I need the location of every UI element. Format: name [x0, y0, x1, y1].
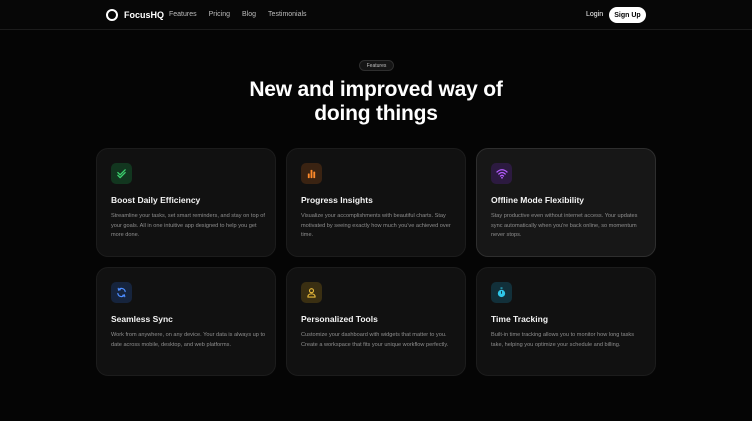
page-title: New and improved way of doing things: [249, 78, 503, 125]
nav-links: Features Pricing Blog Testimonials: [169, 11, 307, 18]
top-navbar: FocusHQ Features Pricing Blog Testimonia…: [0, 0, 752, 30]
nav-link-blog[interactable]: Blog: [242, 11, 256, 18]
nav-link-pricing[interactable]: Pricing: [209, 11, 230, 18]
feature-description: Built-in time tracking allows you to mon…: [491, 332, 635, 348]
feature-icon-box: [491, 163, 512, 184]
feature-description: Streamline your tasks, set smart reminde…: [111, 213, 265, 238]
bar-chart-icon: [307, 169, 316, 179]
signup-button[interactable]: Sign Up: [609, 7, 646, 23]
brand-name: FocusHQ: [124, 10, 165, 20]
feature-card-offline: Offline Mode Flexibility Stay productive…: [476, 148, 656, 257]
feature-icon-box: [301, 163, 322, 184]
user-icon: [307, 288, 316, 298]
refresh-icon: [117, 287, 126, 298]
feature-title: Time Tracking: [491, 314, 549, 324]
feature-title: Personalized Tools: [301, 314, 378, 324]
stopwatch-icon: [497, 287, 506, 298]
feature-card-tools: Personalized Tools Customize your dashbo…: [286, 267, 466, 376]
feature-icon-box: [111, 163, 132, 184]
feature-title: Offline Mode Flexibility: [491, 195, 585, 205]
feature-description: Work from anywhere, on any device. Your …: [111, 332, 266, 348]
feature-icon-box: [111, 282, 132, 303]
feature-title: Progress Insights: [301, 195, 373, 205]
brand-logo[interactable]: FocusHQ: [106, 9, 164, 21]
feature-description: Customize your dashboard with widgets th…: [301, 332, 449, 348]
features-badge: Features: [359, 60, 394, 71]
nav-link-features[interactable]: Features: [169, 11, 197, 18]
feature-icon-box: [301, 282, 322, 303]
features-grid: Boost Daily Efficiency Streamline your t…: [96, 148, 657, 376]
nav-link-testimonials[interactable]: Testimonials: [268, 11, 307, 18]
feature-title: Seamless Sync: [111, 314, 173, 324]
feature-description: Stay productive even without internet ac…: [491, 213, 638, 238]
feature-description: Visualize your accomplishments with beau…: [301, 213, 451, 238]
feature-icon-box: [491, 282, 512, 303]
login-link[interactable]: Login: [586, 11, 603, 18]
feature-card-efficiency: Boost Daily Efficiency Streamline your t…: [96, 148, 276, 257]
feature-card-time: Time Tracking Built-in time tracking all…: [476, 267, 656, 376]
feature-card-sync: Seamless Sync Work from anywhere, on any…: [96, 267, 276, 376]
feature-title: Boost Daily Efficiency: [111, 195, 201, 205]
check-double-icon: [117, 169, 126, 179]
logo-ring-icon: [106, 9, 118, 21]
feature-card-progress: Progress Insights Visualize your accompl…: [286, 148, 466, 257]
wifi-icon: [495, 169, 508, 179]
